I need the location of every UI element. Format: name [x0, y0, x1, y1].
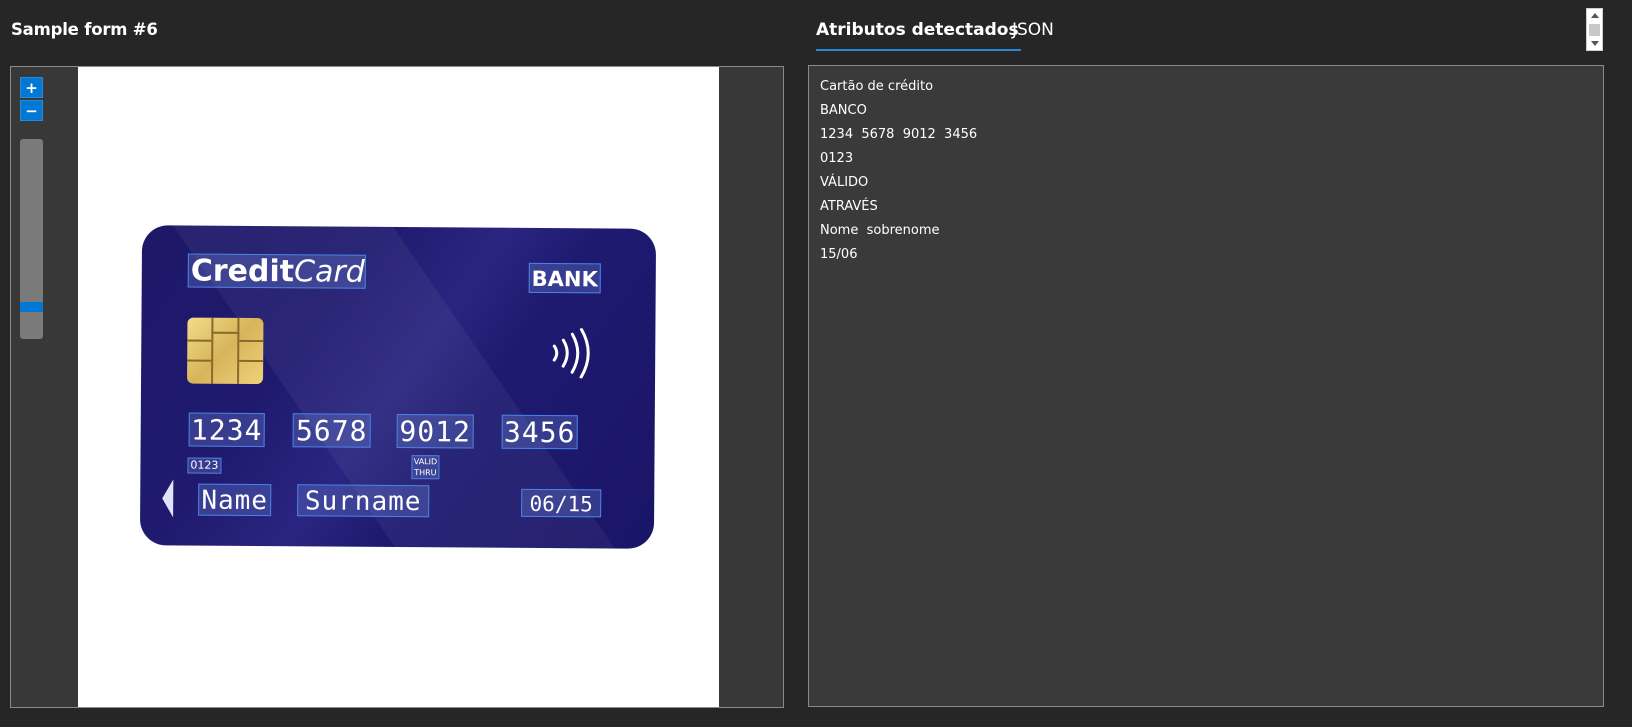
scroll-up-icon[interactable] [1591, 13, 1599, 18]
card-number-group-2[interactable]: 5678 [292, 413, 371, 448]
attribute-item: BANCO [820, 103, 867, 118]
scroll-thumb[interactable] [1589, 24, 1600, 36]
card-brand-credit: Credit [190, 253, 295, 290]
card-brand-card: Card [293, 254, 365, 290]
scrollbar[interactable] [1586, 8, 1603, 51]
zoom-slider-thumb[interactable] [20, 302, 43, 312]
zoom-slider[interactable] [20, 139, 43, 339]
attributes-panel: Cartão de crédito BANCO 1234 5678 9012 3… [808, 65, 1604, 707]
card-date-field[interactable]: 06/15 [521, 488, 602, 518]
attribute-item: 0123 [820, 151, 854, 166]
zoom-in-button[interactable]: + [20, 77, 43, 98]
card-chip-icon [187, 317, 264, 385]
credit-card-image: CreditCard BANK 1234 5678 9012 3456 0123… [139, 225, 657, 549]
tab-json[interactable]: JSON [1012, 16, 1054, 51]
scroll-down-icon[interactable] [1591, 41, 1599, 46]
card-number-group-3[interactable]: 9012 [396, 413, 474, 449]
zoom-out-button[interactable]: − [20, 100, 43, 121]
valid-line-2: THRU [414, 468, 437, 478]
card-valid-thru-field[interactable]: VALID THRU [411, 455, 440, 480]
valid-line-1: VALID [413, 457, 438, 467]
attribute-item: VÁLIDO [820, 175, 869, 190]
card-number-group-1[interactable]: 1234 [188, 412, 265, 448]
card-number-group-4[interactable]: 3456 [501, 414, 578, 450]
card-arrow-icon [162, 479, 174, 518]
tab-atributos-detectados[interactable]: Atributos detectados [816, 16, 1021, 51]
attribute-item: ATRAVÉS [820, 199, 878, 214]
card-bank-field[interactable]: BANK [528, 262, 601, 294]
card-last-name-field[interactable]: Surname [297, 484, 430, 518]
card-first-name-field[interactable]: Name [198, 483, 272, 517]
page-title: Sample form #6 [11, 20, 158, 39]
attribute-item: 15/06 [820, 247, 858, 262]
card-brand-field[interactable]: CreditCard [187, 253, 366, 290]
attribute-item: Nome sobrenome [820, 223, 940, 238]
contactless-icon [552, 328, 590, 379]
document-canvas: CreditCard BANK 1234 5678 9012 3456 0123… [78, 67, 719, 707]
zoom-controls: + − [20, 77, 43, 123]
card-code-field[interactable]: 0123 [187, 457, 222, 474]
attribute-item: Cartão de crédito [820, 79, 934, 94]
document-preview-panel: + − CreditCard BANK 1234 5678 9012 3456 … [10, 66, 784, 708]
attribute-item: 1234 5678 9012 3456 [820, 127, 978, 142]
